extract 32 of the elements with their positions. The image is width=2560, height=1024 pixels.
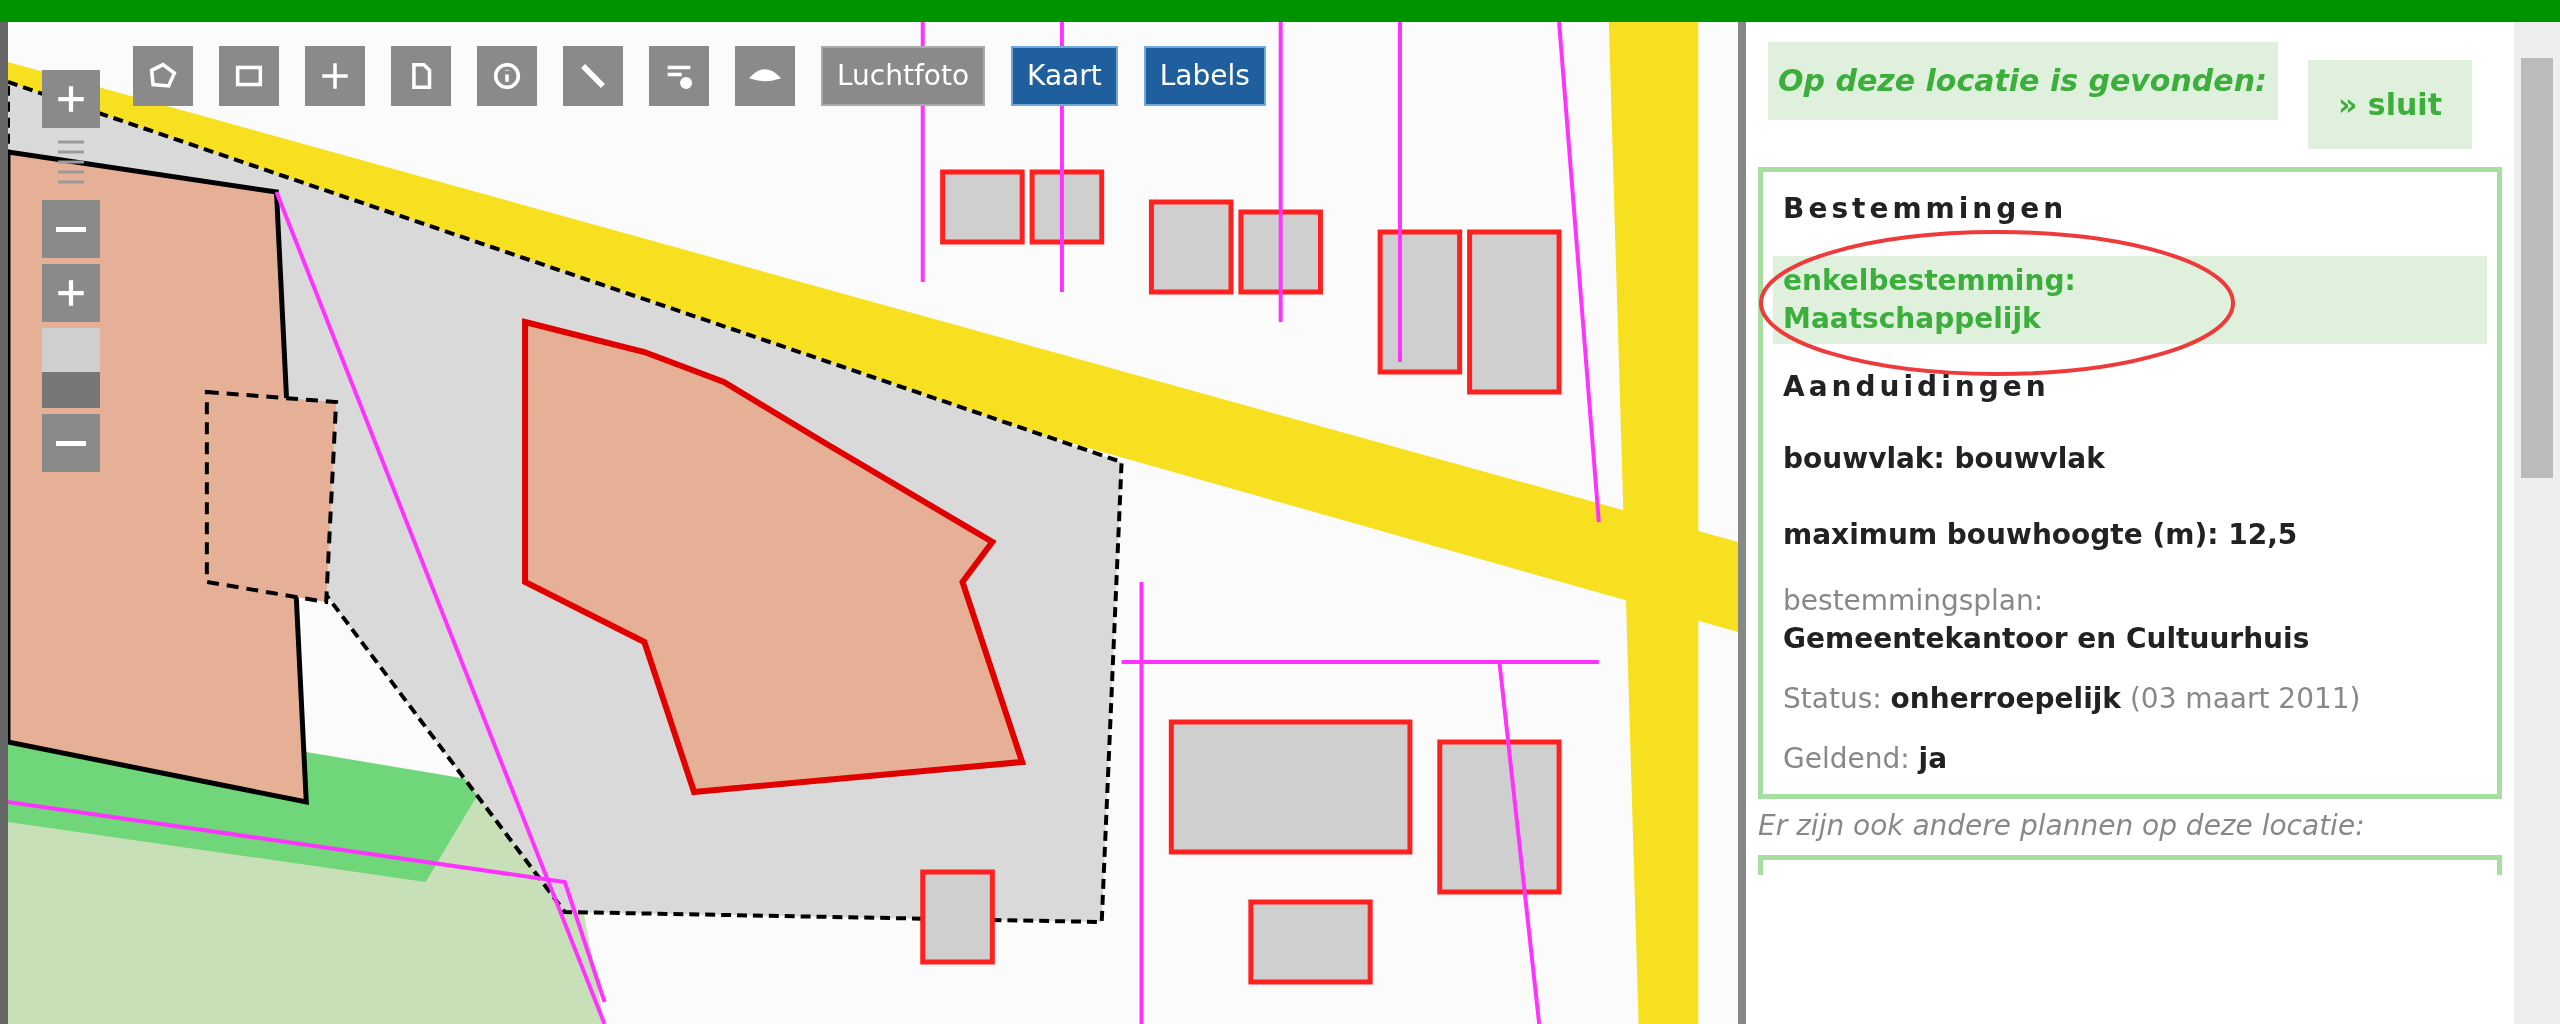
zoom-in-button[interactable]: [42, 264, 100, 322]
plan-label: bestemmingsplan:: [1783, 583, 2045, 619]
map-tool-button[interactable]: [563, 46, 623, 106]
status-value: onherroepelijk: [1890, 682, 2121, 715]
map-tool-button[interactable]: [305, 46, 365, 106]
map-tool-button[interactable]: [649, 46, 709, 106]
zoom-out-button[interactable]: [42, 200, 100, 258]
map-tool-button[interactable]: [219, 46, 279, 106]
section-heading: Bestemmingen: [1783, 191, 2069, 227]
map-tool-button[interactable]: [477, 46, 537, 106]
map-tool-button[interactable]: [133, 46, 193, 106]
geldend-value: ja: [1918, 742, 1948, 775]
geldend-label: Geldend:: [1783, 742, 1910, 775]
section-heading: Aanduidingen: [1783, 369, 2051, 405]
zoom-out-button[interactable]: [42, 414, 100, 472]
map-tool-button[interactable]: [391, 46, 451, 106]
zoom-in-button[interactable]: [42, 70, 100, 128]
minus-icon: [56, 226, 86, 232]
status-date: (03 maart 2011): [2129, 682, 2361, 715]
other-plans-note: Er zijn ook andere plannen op deze locatie:: [1758, 808, 2366, 844]
layer-toggle[interactable]: Luchtfoto: [821, 46, 986, 106]
result-item[interactable]: bouwvlak: bouwvlak: [1773, 434, 2487, 484]
zoom-slider[interactable]: [42, 328, 100, 408]
status-label: Status:: [1783, 682, 1882, 715]
result-item[interactable]: maximum bouwhoogte (m): 12,5: [1773, 510, 2487, 560]
scrollbar-thumb[interactable]: [2521, 58, 2553, 478]
plan-name: Gemeentekantoor en Cultuurhuis: [1783, 621, 2311, 657]
panel-title: Op deze locatie is gevonden:: [1768, 42, 2279, 120]
map-tool-button[interactable]: [735, 46, 795, 106]
layer-toggle[interactable]: Kaart: [1011, 46, 1118, 106]
minus-icon: [56, 440, 86, 446]
layer-toggle[interactable]: Labels: [1143, 46, 1266, 106]
